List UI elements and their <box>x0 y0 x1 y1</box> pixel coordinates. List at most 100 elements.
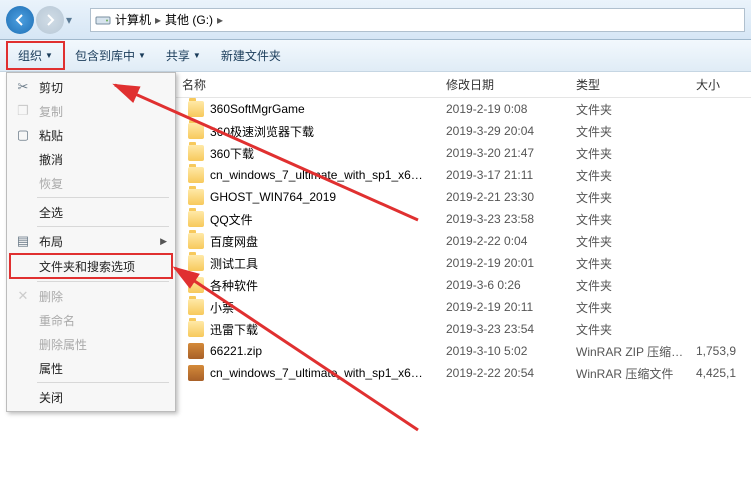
menu-select-all[interactable]: 全选 <box>9 200 173 224</box>
col-date[interactable]: 修改日期 <box>446 76 576 93</box>
table-row[interactable]: cn_windows_7_ultimate_with_sp1_x6…2019-3… <box>176 164 751 186</box>
file-type: 文件夹 <box>576 123 696 140</box>
menu-delete: ✕删除 <box>9 284 173 308</box>
table-row[interactable]: cn_windows_7_ultimate_with_sp1_x6… 2019-2… <box>176 362 751 384</box>
zip-icon <box>188 343 204 359</box>
col-name[interactable]: 名称 <box>176 76 446 93</box>
menu-paste[interactable]: ▢ 粘贴 <box>9 123 173 147</box>
file-name: 迅雷下载 <box>210 321 258 338</box>
file-type: WinRAR 压缩文件 <box>576 365 696 382</box>
back-button[interactable] <box>6 6 34 34</box>
file-date: 2019-2-19 20:01 <box>446 256 576 270</box>
menu-label: 关闭 <box>39 389 63 406</box>
new-folder-button[interactable]: 新建文件夹 <box>211 43 291 68</box>
menu-label: 删除 <box>39 288 63 305</box>
table-row[interactable]: 66221.zip2019-3-10 5:02WinRAR ZIP 压缩…1,7… <box>176 340 751 362</box>
folder-icon <box>188 145 204 161</box>
file-type: 文件夹 <box>576 277 696 294</box>
menu-separator <box>37 226 169 227</box>
col-type[interactable]: 类型 <box>576 76 696 93</box>
folder-icon <box>188 123 204 139</box>
chevron-right-icon[interactable]: ▸ <box>155 13 161 27</box>
redo-icon <box>13 173 33 193</box>
menu-close[interactable]: 关闭 <box>9 385 173 409</box>
file-type: 文件夹 <box>576 167 696 184</box>
toolbar: 组织▼ 包含到库中▼ 共享▼ 新建文件夹 <box>0 40 751 72</box>
breadcrumb[interactable]: 计算机 ▸ 其他 (G:) ▸ <box>90 8 745 32</box>
file-size: 4,425,1 <box>696 366 751 380</box>
file-date: 2019-3-23 23:54 <box>446 322 576 336</box>
file-name: 360极速浏览器下载 <box>210 123 314 140</box>
forward-button <box>36 6 64 34</box>
menu-copy: ❐复制 <box>9 99 173 123</box>
menu-redo: 恢复 <box>9 171 173 195</box>
table-row[interactable]: 小票2019-2-19 20:11文件夹 <box>176 296 751 318</box>
paste-icon: ▢ <box>13 125 33 145</box>
menu-cut[interactable]: ✂ 剪切 <box>9 75 173 99</box>
chevron-down-icon: ▼ <box>45 51 53 60</box>
folder-icon <box>188 299 204 315</box>
file-name: cn_windows_7_ultimate_with_sp1_x6… <box>210 168 423 182</box>
file-date: 2019-2-21 23:30 <box>446 190 576 204</box>
menu-label: 恢复 <box>39 175 63 192</box>
menu-label: 布局 <box>39 233 63 250</box>
file-type: WinRAR ZIP 压缩… <box>576 343 696 360</box>
table-row[interactable]: 360SoftMgrGame2019-2-19 0:08文件夹 <box>176 98 751 120</box>
cut-icon: ✂ <box>13 77 33 97</box>
file-name: 各种软件 <box>210 277 258 294</box>
menu-layout[interactable]: ▤ 布局 ▶ <box>9 229 173 253</box>
col-size[interactable]: 大小 <box>696 76 751 93</box>
chevron-right-icon[interactable]: ▸ <box>217 13 223 27</box>
menu-folder-options[interactable]: 文件夹和搜索选项 <box>9 253 173 279</box>
history-dropdown[interactable]: ▾ <box>66 13 82 27</box>
chevron-down-icon: ▼ <box>193 51 201 60</box>
organize-button[interactable]: 组织▼ <box>6 41 65 70</box>
share-button[interactable]: 共享▼ <box>156 43 211 68</box>
file-date: 2019-3-6 0:26 <box>446 278 576 292</box>
table-row[interactable]: 各种软件 2019-3-6 0:26文件夹 <box>176 274 751 296</box>
file-date: 2019-3-10 5:02 <box>446 344 576 358</box>
file-date: 2019-2-19 0:08 <box>446 102 576 116</box>
file-type: 文件夹 <box>576 211 696 228</box>
newfolder-label: 新建文件夹 <box>221 47 281 64</box>
file-name: 百度网盘 <box>210 233 258 250</box>
menu-label: 粘贴 <box>39 127 63 144</box>
bc-seg[interactable]: 其他 (G:) <box>165 11 213 28</box>
table-row[interactable]: 360下载2019-3-20 21:47文件夹 <box>176 142 751 164</box>
menu-separator <box>37 197 169 198</box>
menu-undo[interactable]: 撤消 <box>9 147 173 171</box>
folder-icon <box>188 101 204 117</box>
include-in-library-button[interactable]: 包含到库中▼ <box>65 43 156 68</box>
file-list: 名称 修改日期 类型 大小 360SoftMgrGame2019-2-19 0:… <box>176 72 751 384</box>
menu-properties[interactable]: 属性 <box>9 356 173 380</box>
table-row[interactable]: 百度网盘 2019-2-22 0:04文件夹 <box>176 230 751 252</box>
folder-icon <box>188 211 204 227</box>
chevron-down-icon: ▼ <box>138 51 146 60</box>
bc-seg[interactable]: 计算机 <box>115 11 151 28</box>
menu-label: 剪切 <box>39 79 63 96</box>
file-name: cn_windows_7_ultimate_with_sp1_x6… <box>210 366 423 380</box>
table-row[interactable]: 360极速浏览器下载2019-3-29 20:04文件夹 <box>176 120 751 142</box>
table-row[interactable]: 测试工具2019-2-19 20:01文件夹 <box>176 252 751 274</box>
table-row[interactable]: 迅雷下载2019-3-23 23:54文件夹 <box>176 318 751 340</box>
table-row[interactable]: GHOST_WIN764_20192019-2-21 23:30文件夹 <box>176 186 751 208</box>
folder-options-icon <box>13 256 33 276</box>
chevron-right-icon: ▶ <box>160 236 167 247</box>
undo-icon <box>13 149 33 169</box>
organize-label: 组织 <box>18 47 42 64</box>
file-name: GHOST_WIN764_2019 <box>210 190 336 204</box>
file-date: 2019-2-22 0:04 <box>446 234 576 248</box>
file-type: 文件夹 <box>576 233 696 250</box>
menu-label: 重命名 <box>39 312 75 329</box>
menu-label: 撤消 <box>39 151 63 168</box>
file-name: 66221.zip <box>210 344 262 358</box>
table-row[interactable]: QQ文件2019-3-23 23:58文件夹 <box>176 208 751 230</box>
menu-separator <box>37 281 169 282</box>
folder-icon <box>188 233 204 249</box>
file-date: 2019-2-22 20:54 <box>446 366 576 380</box>
folder-icon <box>188 189 204 205</box>
menu-label: 属性 <box>39 360 63 377</box>
file-name: 小票 <box>210 299 234 316</box>
layout-icon: ▤ <box>13 231 33 251</box>
folder-icon <box>188 277 204 293</box>
